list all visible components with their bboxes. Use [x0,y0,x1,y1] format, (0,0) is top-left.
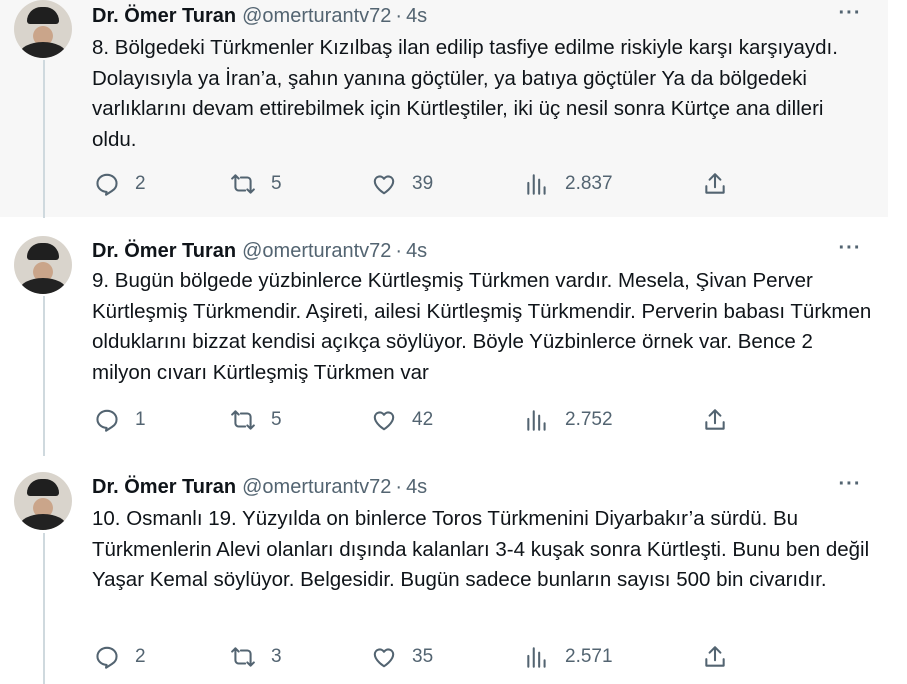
reply-icon [96,173,118,196]
avatar[interactable] [14,472,72,530]
tweet[interactable]: Dr. Ömer Turan @omerturantv72 · 4s ··· 8. B… [0,0,888,218]
author-handle[interactable]: @omerturantv72 [242,5,391,27]
tweet[interactable]: Dr. Ömer Turan @omerturantv72 · 4s ··· 10. … [0,455,888,684]
author-name[interactable]: Dr. Ömer Turan [92,476,236,498]
views-icon [527,410,546,431]
reply-icon [96,646,118,669]
tweet[interactable]: Dr. Ömer Turan @omerturantv72 · 4s ··· 9. B… [0,218,888,456]
author-handle[interactable]: @omerturantv72 [242,476,391,498]
more-icon[interactable]: ··· [838,474,862,495]
reply-icon [96,409,118,432]
tweet-text: 9. Bugün bölgede yüzbinlerce Kürtleşmiş … [92,269,872,384]
like-icon [373,411,395,431]
like-count: 39 [412,173,434,194]
thread-line [43,533,45,684]
like-button[interactable]: 35 [371,644,433,670]
like-count: 42 [412,409,434,430]
like-button[interactable]: 42 [371,407,433,433]
retweet-button[interactable]: 3 [230,644,282,670]
avatar[interactable] [14,0,72,58]
retweet-count: 5 [271,409,282,430]
reply-count: 1 [135,409,146,430]
author-name[interactable]: Dr. Ömer Turan [92,5,236,27]
retweet-button[interactable]: 5 [230,407,282,433]
share-button[interactable] [702,407,728,433]
share-button[interactable] [702,171,728,197]
tweet-header: Dr. Ömer Turan @omerturantv72 · 4s [92,239,427,263]
retweet-count: 5 [271,173,282,194]
reply-button[interactable]: 1 [94,407,146,433]
reply-button[interactable]: 2 [94,171,146,197]
more-icon[interactable]: ··· [838,238,862,259]
like-button[interactable]: 39 [371,171,433,197]
thread-line [43,60,45,218]
views-count: 2.752 [565,409,613,430]
author-name[interactable]: Dr. Ömer Turan [92,240,236,262]
timestamp[interactable]: 4s [406,5,427,27]
reply-count: 2 [135,646,146,667]
retweet-icon [231,647,255,667]
views-button[interactable]: 2.837 [524,171,613,197]
tweet-text: 8. Bölgedeki Türkmenler Kızılbaş ilan ed… [92,36,838,151]
views-button[interactable]: 2.752 [524,407,613,433]
retweet-icon [231,174,255,194]
separator: · [395,5,403,27]
reply-count: 2 [135,173,146,194]
thread-line [43,296,45,456]
retweet-icon [231,410,255,430]
author-handle[interactable]: @omerturantv72 [242,240,391,262]
timestamp[interactable]: 4s [406,476,427,498]
reply-button[interactable]: 2 [94,644,146,670]
retweet-button[interactable]: 5 [230,171,282,197]
tweet-header: Dr. Ömer Turan @omerturantv72 · 4s [92,4,427,28]
separator: · [395,240,403,262]
more-icon[interactable]: ··· [838,3,862,24]
tweet-header: Dr. Ömer Turan @omerturantv72 · 4s [92,475,427,499]
tweet-text: 10. Osmanlı 19. Yüzyılda on binlerce Tor… [92,507,870,591]
views-icon [527,647,546,668]
like-icon [373,648,395,668]
retweet-count: 3 [271,646,282,667]
views-count: 2.571 [565,646,613,667]
share-icon [705,646,725,667]
like-icon [373,175,395,195]
timestamp[interactable]: 4s [406,240,427,262]
avatar[interactable] [14,236,72,294]
like-count: 35 [412,646,434,667]
views-icon [527,174,546,195]
share-icon [705,173,725,194]
views-count: 2.837 [565,173,613,194]
share-button[interactable] [702,644,728,670]
share-icon [705,409,725,430]
separator: · [395,476,403,498]
views-button[interactable]: 2.571 [524,644,613,670]
